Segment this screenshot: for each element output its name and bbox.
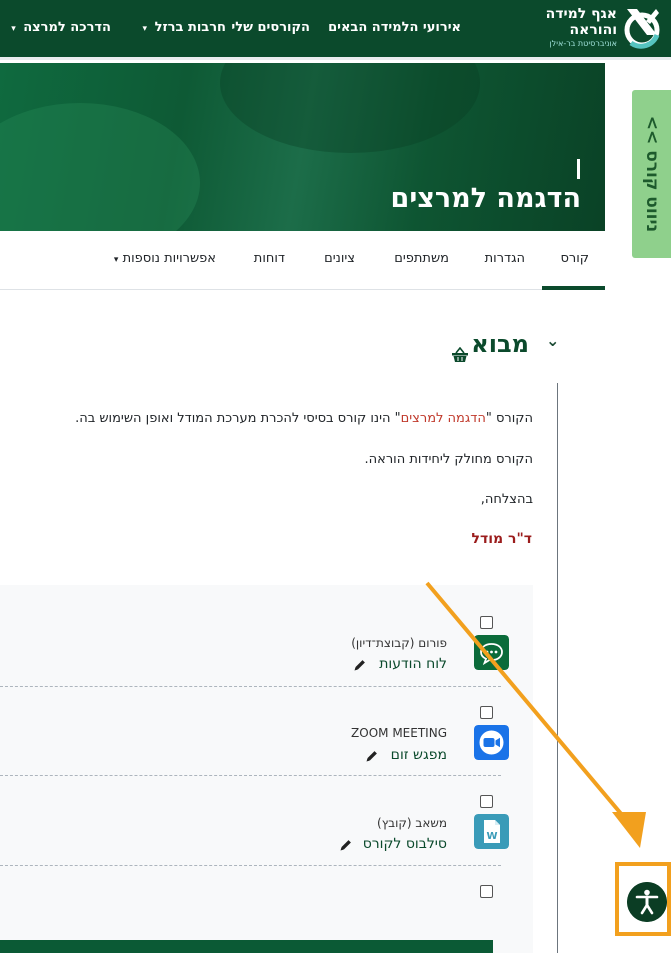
nav-item-my-courses[interactable]: הקורסים שלי (231, 20, 310, 35)
activity-separator (0, 865, 501, 866)
banner-decoration (0, 103, 200, 231)
collapse-section-chevron-icon[interactable]: ⌄ (546, 331, 559, 350)
section-intro-text: הקורס "הדגמה למרצים" הינו קורס בסיסי להכ… (75, 411, 533, 426)
text-cursor (577, 159, 580, 179)
pencil-icon[interactable] (353, 658, 367, 672)
nav-item-upcoming-events[interactable]: אירועי הלמידה הבאים (328, 20, 461, 35)
signature: ד"ר מודל (471, 531, 532, 547)
accessibility-icon[interactable] (627, 882, 667, 922)
section-title[interactable]: מבוא (471, 330, 529, 358)
tab-reports[interactable]: דוחות (254, 251, 285, 266)
activity-link-forum[interactable]: לוח הודעות (379, 656, 447, 672)
nav-label: הקורסים שלי (231, 20, 310, 35)
tab-label: אפשרויות נוספות (122, 251, 216, 266)
basket-icon[interactable] (451, 347, 469, 363)
chevron-down-icon: ▾ (142, 24, 148, 34)
svg-text:W: W (486, 831, 497, 842)
course-header-banner: הדגמה למרצים (0, 63, 605, 231)
activity-type: פורום (קבוצת־דיון) (351, 636, 447, 650)
course-navigation-label: << ניווט קורס (642, 115, 662, 233)
pencil-icon[interactable] (365, 749, 379, 763)
tab-more-options[interactable]: אפשרויות נוספות ▾ (114, 251, 216, 266)
zoom-icon[interactable] (474, 725, 509, 760)
activity-checkbox[interactable] (480, 885, 493, 898)
pencil-icon[interactable] (339, 838, 353, 852)
course-title: הדגמה למרצים (390, 183, 581, 214)
activity-checkbox[interactable] (480, 616, 493, 629)
activity-checkbox[interactable] (480, 706, 493, 719)
nav-label: הדרכה למרצה (23, 20, 111, 35)
tab-participants[interactable]: משתתפים (394, 251, 449, 266)
tab-course[interactable]: קורס (560, 251, 589, 266)
brand-line-1: אגף למידה (545, 6, 617, 22)
activity-separator (0, 686, 501, 687)
active-tab-indicator (542, 286, 605, 290)
activity-separator (0, 775, 501, 776)
section-line-3: בהצלחה, (480, 492, 533, 507)
section-line-2: הקורס מחולק ליחידות הוראה. (364, 452, 533, 467)
activity-type: משאב (קובץ) (377, 816, 447, 830)
next-activity-block (0, 940, 493, 953)
intro-suffix: " הינו קורס בסיסי להכרת מערכת המודל ואופ… (75, 411, 401, 426)
nav-item-lecturer-guide[interactable]: הדרכה למרצה ▾ (11, 20, 111, 35)
university-logo-icon[interactable] (623, 5, 661, 49)
intro-highlight: הדגמה למרצים (400, 411, 486, 426)
activity-link-syllabus[interactable]: סילבוס לקורס (363, 836, 447, 852)
brand-name[interactable]: אגף למידה והוראה אוניברסיטת בר-אילן (546, 6, 617, 50)
section-divider (557, 383, 558, 953)
activity-list (0, 585, 533, 953)
chevron-down-icon: ▾ (113, 255, 119, 265)
tab-grades[interactable]: ציונים (324, 251, 355, 266)
chevron-down-icon: ▾ (11, 24, 16, 34)
activity-checkbox[interactable] (480, 795, 493, 808)
banner-decoration (220, 63, 480, 153)
course-secondary-nav: קורס הגדרות משתתפים ציונים דוחות אפשרויו… (0, 231, 605, 290)
forum-icon[interactable] (474, 635, 509, 670)
intro-prefix: הקורס " (485, 411, 533, 426)
course-navigation-tab[interactable]: << ניווט קורס (632, 90, 671, 258)
nav-item-iron-swords[interactable]: חרבות ברזל ▾ (143, 20, 226, 35)
nav-label: חרבות ברזל (154, 20, 226, 35)
brand-line-3: אוניברסיטת בר-אילן (549, 39, 617, 48)
nav-label: אירועי הלמידה הבאים (328, 20, 461, 35)
activity-link-zoom[interactable]: מפגש זום (391, 747, 447, 763)
word-file-icon[interactable]: W (474, 814, 509, 849)
tab-settings[interactable]: הגדרות (485, 251, 525, 266)
brand-line-2: והוראה (569, 22, 617, 38)
top-navbar: אגף למידה והוראה אוניברסיטת בר-אילן אירו… (0, 0, 671, 60)
activity-type: ZOOM MEETING (351, 726, 447, 740)
